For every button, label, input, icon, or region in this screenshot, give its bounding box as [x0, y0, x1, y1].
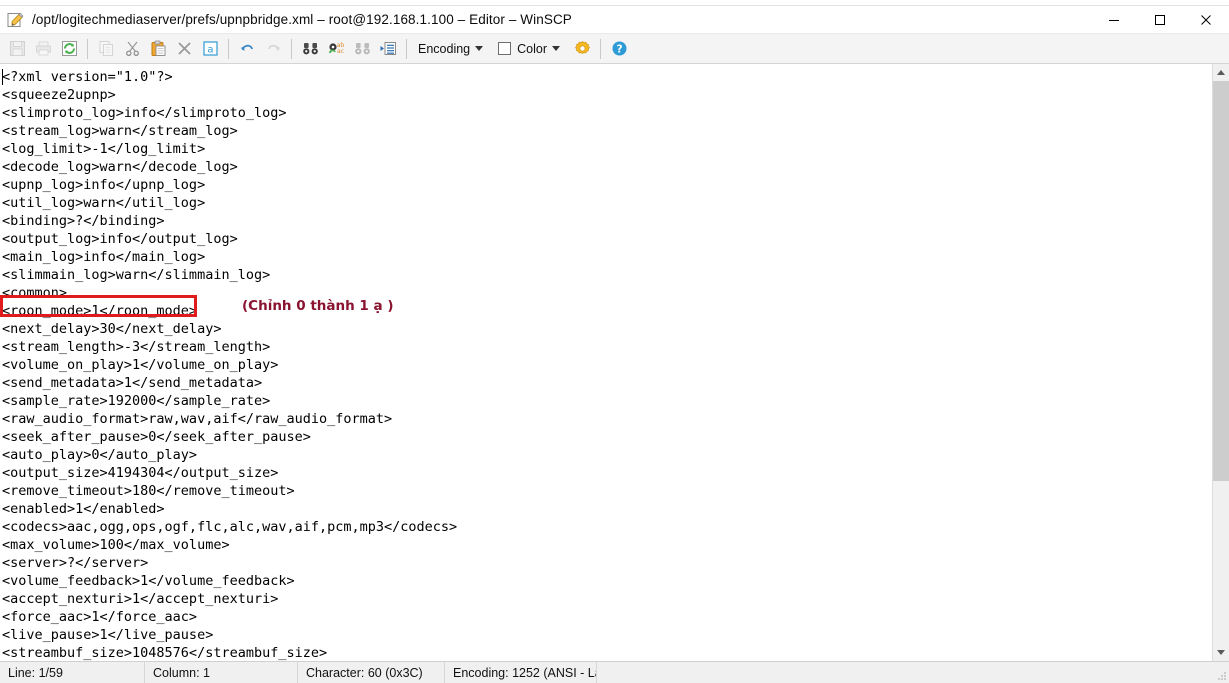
redo-button[interactable]	[260, 36, 286, 62]
code-line: <slimproto_log>info</slimproto_log>	[2, 105, 287, 121]
toolbar-separator	[291, 38, 292, 59]
color-label: Color	[517, 41, 547, 56]
save-button[interactable]	[4, 36, 30, 62]
code-line: <live_pause>1</live_pause>	[2, 627, 214, 643]
code-line: <upnp_log>info</upnp_log>	[2, 177, 206, 193]
code-line: <stream_log>warn</stream_log>	[2, 123, 238, 139]
editor-window: File Commands Tabs Options Remote Help /…	[0, 0, 1229, 683]
code-line: <squeeze2upnp>	[2, 87, 116, 103]
chevron-down-icon	[552, 46, 560, 51]
code-line: <sample_rate>192000</sample_rate>	[2, 393, 271, 409]
reload-button[interactable]	[56, 36, 82, 62]
toolbar-separator	[87, 38, 88, 59]
code-line: <output_size>4194304</output_size>	[2, 465, 279, 481]
chevron-down-icon	[1217, 650, 1225, 655]
code-line: <force_aac>1</force_aac>	[2, 609, 198, 625]
scrollbar-track[interactable]	[1213, 81, 1229, 644]
code-line: <auto_play>0</auto_play>	[2, 447, 198, 463]
text-area[interactable]: <?xml version="1.0"?> <squeeze2upnp> <slim…	[0, 64, 1212, 661]
resize-grip[interactable]	[1215, 669, 1227, 681]
toolbar: a ab ac Encoding Color ?	[0, 34, 1229, 64]
code-line: <server>?</server>	[2, 555, 149, 571]
find-next-button[interactable]	[349, 36, 375, 62]
maximize-button[interactable]	[1137, 6, 1183, 34]
code-line: <enabled>1</enabled>	[2, 501, 165, 517]
code-line: <util_log>warn</util_log>	[2, 195, 206, 211]
status-character: Character: 60 (0x3C)	[298, 662, 445, 683]
cut-button[interactable]	[119, 36, 145, 62]
code-line: <seek_after_pause>0</seek_after_pause>	[2, 429, 311, 445]
toolbar-separator	[600, 38, 601, 59]
preferences-button[interactable]	[569, 36, 595, 62]
svg-text:?: ?	[616, 43, 622, 55]
svg-text:a: a	[207, 45, 213, 56]
code-line: <next_delay>30</next_delay>	[2, 321, 222, 337]
code-line: <send_metadata>1</send_metadata>	[2, 375, 263, 391]
code-line: <volume_feedback>1</volume_feedback>	[2, 573, 295, 589]
undo-button[interactable]	[234, 36, 260, 62]
select-all-button[interactable]: a	[197, 36, 223, 62]
code-line: <common>	[2, 285, 68, 301]
window-controls	[1091, 6, 1229, 34]
code-line: <streambuf_size>1048576</streambuf_size>	[2, 645, 328, 661]
code-line: <output_log>info</output_log>	[2, 231, 238, 247]
replace-button[interactable]: ab ac	[323, 36, 349, 62]
help-button[interactable]: ?	[606, 36, 632, 62]
editor-body: <?xml version="1.0"?> <squeeze2upnp> <slim…	[0, 64, 1229, 661]
toolbar-separator	[406, 38, 407, 59]
paste-button[interactable]	[145, 36, 171, 62]
code-line: <max_volume>100</max_volume>	[2, 537, 230, 553]
minimize-button[interactable]	[1091, 6, 1137, 34]
status-line: Line: 1/59	[0, 662, 145, 683]
scroll-down-button[interactable]	[1213, 644, 1229, 661]
code-line: <?xml version="1.0"?>	[2, 69, 173, 85]
status-filler	[597, 662, 1229, 683]
code-line: <stream_length>-3</stream_length>	[2, 339, 271, 355]
chevron-up-icon	[1217, 70, 1225, 75]
print-button[interactable]	[30, 36, 56, 62]
code-line: <volume_on_play>1</volume_on_play>	[2, 357, 279, 373]
title-bar: /opt/logitechmediaserver/prefs/upnpbridg…	[0, 6, 1229, 34]
code-line: <main_log>info</main_log>	[2, 249, 206, 265]
vertical-scrollbar[interactable]	[1212, 64, 1229, 661]
annotation-text: (Chỉnh 0 thành 1 ạ )	[242, 298, 394, 314]
code-line: <accept_nexturi>1</accept_nexturi>	[2, 591, 279, 607]
code-line: <roon_mode>1</roon_mode>	[2, 303, 198, 319]
toolbar-separator	[228, 38, 229, 59]
find-button[interactable]	[297, 36, 323, 62]
encoding-label: Encoding	[418, 41, 471, 56]
text-caret	[2, 69, 3, 85]
code-line: <slimmain_log>warn</slimmain_log>	[2, 267, 271, 283]
close-button[interactable]	[1183, 6, 1229, 34]
delete-button[interactable]	[171, 36, 197, 62]
code-line: <remove_timeout>180</remove_timeout>	[2, 483, 295, 499]
xml-content: <?xml version="1.0"?> <squeeze2upnp> <slim…	[2, 68, 1212, 661]
editor-pencil-icon	[6, 11, 24, 29]
code-line: <raw_audio_format>raw,wav,aif</raw_audio…	[2, 411, 393, 427]
window-title: /opt/logitechmediaserver/prefs/upnpbridg…	[32, 12, 572, 27]
status-column: Column: 1	[145, 662, 298, 683]
code-line: <binding>?</binding>	[2, 213, 165, 229]
color-dropdown[interactable]: Color	[511, 36, 569, 62]
code-line: <codecs>aac,ogg,ops,ogf,flc,alc,wav,aif,…	[2, 519, 458, 535]
status-encoding: Encoding: 1252 (ANSI - La	[445, 662, 597, 683]
scrollbar-thumb[interactable]	[1213, 81, 1229, 481]
color-swatch-checkbox[interactable]	[498, 42, 512, 55]
code-line: <decode_log>warn</decode_log>	[2, 159, 238, 175]
svg-text:ac: ac	[337, 48, 344, 55]
scroll-up-button[interactable]	[1213, 64, 1229, 81]
code-line: <log_limit>-1</log_limit>	[2, 141, 206, 157]
status-bar: Line: 1/59 Column: 1 Character: 60 (0x3C…	[0, 661, 1229, 683]
encoding-dropdown[interactable]: Encoding	[412, 36, 492, 62]
chevron-down-icon	[475, 46, 484, 51]
go-to-line-button[interactable]	[375, 36, 401, 62]
copy-button[interactable]	[93, 36, 119, 62]
